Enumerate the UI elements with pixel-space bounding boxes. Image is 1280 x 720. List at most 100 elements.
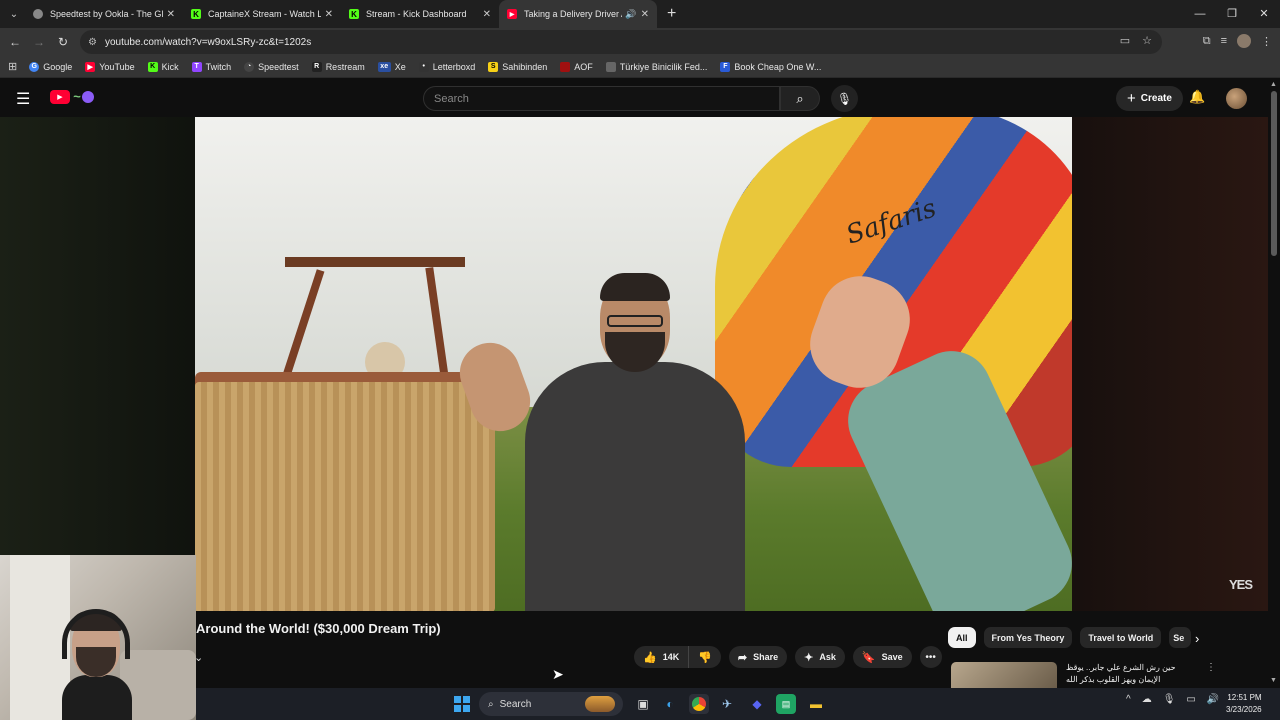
chip-all[interactable]: All [948,627,976,648]
tab-close-icon[interactable]: ✕ [167,9,175,20]
search-button[interactable]: ⌕ [780,86,820,111]
browser-tab[interactable]: K CaptaineX Stream - Watch Live ✕ [183,0,341,28]
doodle-icon: ~ [73,89,81,104]
browser-tab-active[interactable]: ▶ Taking a Delivery Driver Aro 🔊 ✕ [499,0,657,28]
new-tab-icon[interactable]: + [667,5,676,23]
bookmark-item[interactable]: F Book Cheap One W... [720,61,821,72]
video-player[interactable]: Safaris [195,117,1072,611]
bookmark-label: Xe [394,61,406,72]
letterboxd-icon: • [418,61,429,72]
notifications-bell-icon[interactable]: 🔔 [1189,89,1205,105]
streamer-shirt [62,675,132,720]
windows-start-icon[interactable] [454,696,470,712]
headset [62,609,130,659]
bookmark-item[interactable]: G Google [29,61,72,72]
page-scrollbar[interactable]: ▲ ▼ [1268,79,1280,689]
forward-icon[interactable]: → [27,35,51,49]
tab-close-icon[interactable]: ✕ [483,9,491,20]
media-control-icon[interactable]: ≡ [1221,35,1227,47]
bookmark-item[interactable]: • Letterboxd [418,61,475,72]
edge-icon[interactable]: ◐ [660,694,680,714]
tab-close-icon[interactable]: ✕ [641,9,649,20]
system-clock[interactable]: 12:51 PM 3/23/2026 [1226,692,1262,716]
related-chips: All From Yes Theory Travel to World Se [948,627,1192,648]
more-vertical-icon[interactable]: ⋮ [1206,662,1216,688]
scroll-down-icon[interactable]: ▼ [1270,677,1277,684]
volume-icon[interactable]: 🔊 [1207,694,1219,705]
account-avatar[interactable] [1226,88,1247,109]
recommended-title[interactable]: حين رش الشرع علي جابر.. يوقظ الإيمان ويه… [1066,662,1196,688]
chip-from-channel[interactable]: From Yes Theory [983,627,1073,648]
tab-title: Stream - Kick Dashboard [366,9,467,19]
bookmark-item[interactable]: ◔ Speedtest [244,61,299,72]
chip-truncated[interactable]: Se [1169,627,1192,648]
tab-close-icon[interactable]: ✕ [325,9,333,20]
chevron-right-icon[interactable]: › [1195,631,1199,646]
back-icon[interactable]: ← [3,35,27,49]
window-controls: — ❐ ✕ [1184,0,1280,28]
task-view-icon[interactable]: ▣ [633,694,653,714]
network-icon[interactable]: ▭ [1186,694,1195,705]
scroll-up-icon[interactable]: ▲ [1270,81,1277,88]
tab-title: Speedtest by Ookla - The Global [50,9,163,19]
recommended-video[interactable]: حين رش الشرع علي جابر.. يوقظ الإيمان ويه… [951,662,1261,688]
minimize-icon[interactable]: — [1184,0,1216,28]
sparkle-icon: ✦ [804,651,814,664]
microphone-tray-icon[interactable]: 🎙 [1163,694,1176,705]
dislike-button[interactable]: 👎 [689,646,721,668]
taskbar-search[interactable]: ⌕ Search [479,692,623,716]
voice-search-button[interactable]: 🎙 [831,85,858,112]
restore-icon[interactable]: ❐ [1216,0,1248,28]
tab-title: Taking a Delivery Driver Aro [524,9,622,19]
tray-expand-icon[interactable]: ^ [1126,694,1131,705]
browser-tab[interactable]: Speedtest by Ookla - The Global ✕ [25,0,183,28]
file-explorer-icon[interactable]: ▬ [806,694,826,714]
bookmark-item[interactable]: xe Xe [377,61,406,72]
extensions-icon[interactable]: ⧉ [1203,35,1211,48]
bookmark-item[interactable]: ▶ YouTube [85,61,135,72]
like-button[interactable]: 👍 14K [634,646,690,668]
scrollbar-thumb[interactable] [1271,91,1277,256]
ask-button[interactable]: ✦ Ask [795,646,845,668]
steam-icon[interactable]: ✈ [717,694,737,714]
hamburger-menu-icon[interactable]: ☰ [16,89,30,109]
apps-grid-icon[interactable]: ⊞ [8,60,17,73]
like-count: 14K [662,652,680,662]
plus-icon: + [1127,90,1136,107]
reload-icon[interactable]: ↻ [51,35,75,49]
site-info-icon[interactable]: ⚙ [88,37,97,48]
browser-tab[interactable]: K Stream - Kick Dashboard ✕ [341,0,499,28]
bookmark-item[interactable]: T Twitch [191,61,231,72]
chip-travel[interactable]: Travel to World [1080,627,1162,648]
bookmark-item[interactable]: K Kick [147,61,179,72]
clock-date: 3/23/2026 [1226,705,1262,714]
more-actions-button[interactable]: ••• [919,646,942,668]
bookmark-item[interactable]: S Sahibinden [488,61,547,72]
cast-icon[interactable]: ▭ [1120,34,1130,47]
search-placeholder: Search [434,92,469,105]
channel-watermark[interactable]: YES [1229,577,1253,592]
share-button[interactable]: ➦ Share [728,646,788,668]
bookmark-item[interactable]: R Restream [311,61,365,72]
streaming-app-icon[interactable]: ▤ [776,694,796,714]
tab-search-chevron-icon[interactable]: ⌄ [3,4,25,24]
bookmark-item[interactable]: Türkiye Binicilik Fed... [605,61,707,72]
xe-icon: xe [377,61,391,72]
save-button[interactable]: 🔖 Save [852,646,912,668]
bookmark-item[interactable]: AOF [560,61,593,72]
address-bar[interactable]: ⚙ youtube.com/watch?v=w9oxLSRy-zc&t=1202… [80,30,1162,54]
search-input[interactable]: Search [423,86,780,111]
webcam-overlay [0,555,196,720]
close-window-icon[interactable]: ✕ [1248,0,1280,28]
video-thumbnail[interactable] [951,662,1057,688]
webcam-window-background [10,555,70,720]
create-button[interactable]: + Create [1116,86,1183,111]
youtube-logo[interactable]: ▶ ~ [50,89,94,104]
browser-menu-icon[interactable]: ⋮ [1261,35,1272,48]
audio-playing-icon[interactable]: 🔊 [625,9,636,20]
cloud-icon[interactable]: ☁ [1142,694,1152,705]
profile-avatar[interactable] [1237,34,1251,48]
bookmark-star-icon[interactable]: ☆ [1142,34,1152,47]
discord-icon[interactable]: ◆ [747,694,767,714]
chrome-icon[interactable] [689,694,709,714]
